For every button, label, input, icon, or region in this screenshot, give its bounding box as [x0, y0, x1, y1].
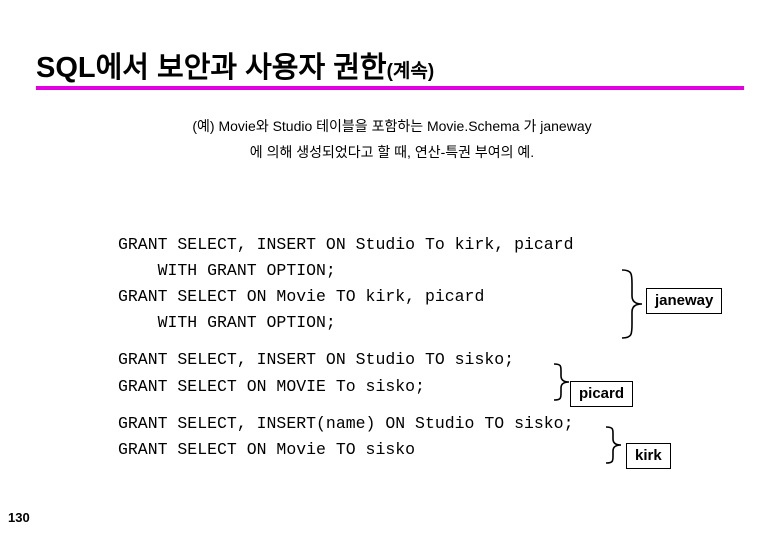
intro-line-1: (예) Movie와 Studio 테이블을 포함하는 Movie.Schema… — [192, 118, 592, 134]
annotation-janeway: janeway — [646, 288, 723, 314]
code-line-4: WITH GRANT OPTION; — [118, 313, 336, 332]
intro-line-2: 에 의해 생성되었다고 할 때, 연산-특권 부여의 예. — [249, 144, 535, 160]
page-title: SQL에서 보안과 사용자 권한(계속) — [36, 44, 434, 86]
page-title-sub: (계속) — [386, 61, 435, 82]
code-line-1: GRANT SELECT, INSERT ON Studio To kirk, … — [118, 235, 574, 254]
annotation-kirk: kirk — [626, 443, 671, 469]
code-line-8: GRANT SELECT ON Movie TO sisko — [118, 440, 416, 459]
page-number: 130 — [8, 510, 30, 525]
code-line-7: GRANT SELECT, INSERT(name) ON Studio TO … — [118, 414, 574, 433]
code-line-3: GRANT SELECT ON Movie TO kirk, picard — [118, 287, 485, 306]
annotation-picard: picard — [570, 381, 634, 407]
title-underline-rule — [36, 86, 744, 90]
code-line-5: GRANT SELECT, INSERT ON Studio TO sisko; — [118, 350, 515, 369]
page-title-main: SQL에서 보안과 사용자 권한 — [36, 52, 387, 84]
code-line-6: GRANT SELECT ON MOVIE To sisko; — [118, 377, 425, 396]
brace-janeway — [621, 269, 643, 339]
slide-canvas: SQL에서 보안과 사용자 권한(계속) (예) Movie와 Studio 테… — [0, 0, 780, 540]
intro-text: (예) Movie와 Studio 테이블을 포함하는 Movie.Schema… — [92, 113, 692, 165]
brace-kirk — [605, 426, 622, 464]
code-line-2: WITH GRANT OPTION; — [118, 261, 336, 280]
